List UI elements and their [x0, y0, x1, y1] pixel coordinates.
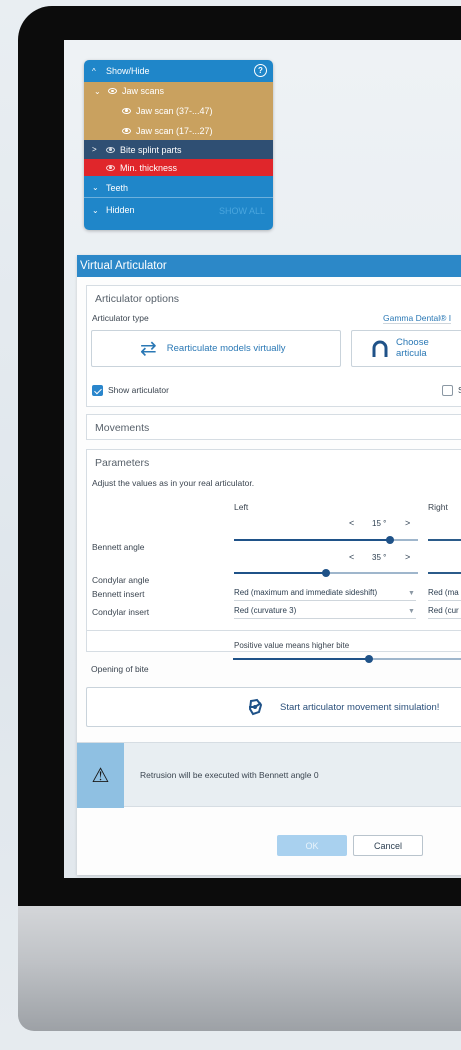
chevron-down-icon: ⌄: [92, 205, 99, 215]
bennett-angle-right-slider[interactable]: [428, 539, 461, 541]
condylar-angle-value: 35 °: [372, 553, 387, 562]
show-articulator-label: Show articulator: [108, 385, 169, 395]
movements-group[interactable]: Movements: [86, 414, 461, 440]
articulator-options-group: Articulator options Articulator type Gam…: [86, 285, 461, 407]
articulator-type-label: Articulator type: [92, 313, 149, 323]
hidden-label: Hidden: [106, 205, 135, 215]
parameters-title: Parameters: [95, 457, 150, 469]
bennett-angle-value: 15 °: [372, 519, 387, 528]
show-articulator-checkbox-row[interactable]: Show articulator: [92, 385, 169, 397]
choose-label-1: Choose: [396, 336, 429, 348]
show-all-button[interactable]: SHOW ALL: [219, 206, 265, 216]
eye-icon[interactable]: [122, 127, 131, 134]
eye-icon[interactable]: [122, 107, 131, 114]
min-thickness-row[interactable]: Min. thickness: [84, 159, 273, 176]
second-checkbox-row[interactable]: S: [442, 385, 461, 397]
articulator-options-title: Articulator options: [95, 293, 180, 305]
choose-articulator-button[interactable]: Choose articula: [351, 330, 461, 367]
condylar-angle-right-slider[interactable]: [428, 572, 461, 574]
bennett-insert-select[interactable]: Red (maximum and immediate sideshift): [234, 588, 416, 601]
warning-banner: ⚠ Retrusion will be executed with Bennet…: [77, 742, 461, 808]
ok-button[interactable]: OK: [277, 835, 347, 856]
chevron-down-icon: ⌄: [92, 183, 99, 192]
opening-of-bite-slider-thumb[interactable]: [364, 655, 373, 663]
show-hide-header[interactable]: ^ Show/Hide ?: [84, 60, 273, 82]
articulator-icon: [372, 340, 388, 357]
condylar-decrease-button[interactable]: <: [349, 552, 354, 562]
eye-hidden-icon[interactable]: [106, 146, 115, 153]
jaw-scan-lower-row[interactable]: Jaw scan (37-...47): [84, 100, 273, 121]
jaw-scan-lower-label: Jaw scan (37-...47): [136, 105, 213, 116]
virtual-articulator-dialog: Virtual Articulator Articulator options …: [77, 255, 461, 875]
rearticulate-button[interactable]: ⇄ Rearticulate models virtually: [91, 330, 341, 367]
warning-icon: ⚠: [77, 743, 124, 808]
movements-title: Movements: [95, 422, 150, 434]
condylar-angle-label: Condylar angle: [92, 575, 150, 585]
opening-of-bite-hint: Positive value means higher bite: [234, 641, 350, 650]
bite-splint-row[interactable]: > Bite splint parts: [84, 140, 273, 159]
bennett-increase-button[interactable]: >: [405, 518, 410, 528]
chevron-up-icon: ^: [92, 66, 96, 76]
show-hide-panel: ^ Show/Hide ? ⌄ Jaw scans Jaw scan (37-.…: [84, 60, 273, 230]
caret-down-icon: ▼: [408, 608, 415, 615]
bennett-insert-right-select[interactable]: Red (ma: [428, 588, 461, 601]
parameters-hint: Adjust the values as in your real articu…: [92, 478, 255, 488]
chevron-right-icon: >: [92, 145, 97, 154]
jaw-scan-upper-label: Jaw scan (17-...27): [136, 125, 213, 136]
jaw-scans-row[interactable]: ⌄ Jaw scans: [84, 82, 273, 100]
jaw-scans-label: Jaw scans: [122, 86, 165, 96]
choose-label-2: articula: [396, 347, 427, 359]
bennett-angle-label: Bennett angle: [92, 542, 145, 552]
help-icon[interactable]: ?: [254, 64, 267, 77]
teeth-row[interactable]: ⌄ Teeth: [84, 178, 273, 198]
dialog-title: Virtual Articulator: [77, 255, 461, 277]
cancel-button[interactable]: Cancel: [353, 835, 423, 856]
condylar-insert-label: Condylar insert: [92, 607, 150, 617]
opening-of-bite-label: Opening of bite: [91, 664, 149, 674]
bite-splint-label: Bite splint parts: [120, 144, 182, 155]
parameters-group: Parameters Adjust the values as in your …: [86, 449, 461, 652]
condylar-increase-button[interactable]: >: [405, 552, 410, 562]
articulator-type-select[interactable]: Gamma Dental® I: [383, 313, 452, 324]
start-simulation-label: Start articulator movement simulation!: [280, 701, 440, 713]
chevron-down-icon: ⌄: [94, 86, 101, 96]
show-hide-title: Show/Hide: [106, 66, 150, 76]
eye-icon[interactable]: [108, 88, 117, 94]
caret-down-icon: ▼: [408, 590, 415, 597]
teeth-label: Teeth: [106, 182, 129, 193]
second-checkbox[interactable]: [442, 385, 453, 397]
warning-text: Retrusion will be executed with Bennett …: [140, 770, 319, 780]
right-header: Right: [428, 502, 448, 512]
min-thickness-label: Min. thickness: [120, 162, 178, 173]
bennett-angle-slider-thumb[interactable]: [386, 536, 395, 544]
show-articulator-checkbox[interactable]: [92, 385, 103, 397]
left-header: Left: [234, 502, 249, 512]
eye-hidden-icon[interactable]: [106, 164, 115, 171]
monitor-chin: [18, 906, 461, 1031]
swap-arrows-icon: ⇄: [140, 337, 157, 360]
opening-divider: [86, 630, 461, 631]
bennett-decrease-button[interactable]: <: [349, 518, 354, 528]
screen: ^ Show/Hide ? ⌄ Jaw scans Jaw scan (37-.…: [64, 40, 461, 878]
start-simulation-button[interactable]: Start articulator movement simulation!: [86, 687, 461, 727]
bennett-insert-label: Bennett insert: [92, 589, 145, 599]
rearticulate-label: Rearticulate models virtually: [166, 343, 286, 354]
simulation-icon: [248, 698, 263, 716]
jaw-scan-upper-row[interactable]: Jaw scan (17-...27): [84, 121, 273, 140]
opening-of-bite-slider[interactable]: [233, 658, 461, 660]
condylar-insert-select[interactable]: Red (curvature 3): [234, 606, 416, 619]
condylar-angle-slider-thumb[interactable]: [322, 569, 330, 577]
condylar-insert-right-select[interactable]: Red (cur: [428, 606, 461, 619]
